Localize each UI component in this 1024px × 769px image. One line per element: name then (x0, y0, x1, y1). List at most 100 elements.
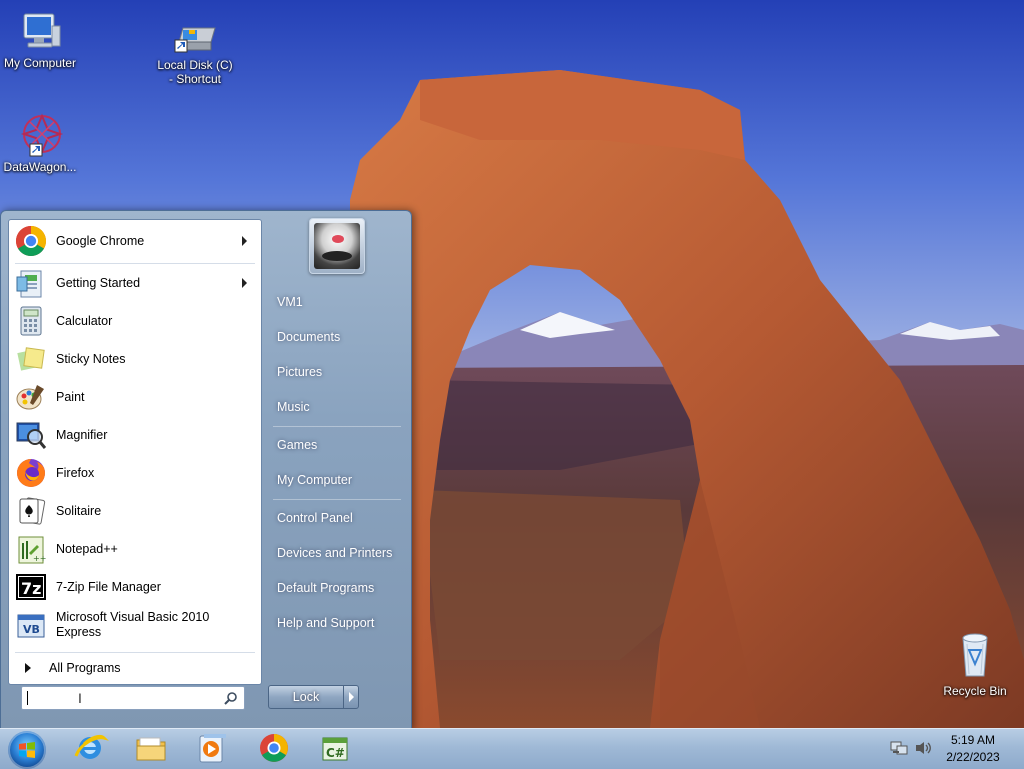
magnifier-icon (15, 419, 47, 451)
program-label-line1: Microsoft Visual Basic 2010 (56, 610, 210, 624)
taskbar-file-explorer[interactable] (131, 730, 171, 766)
internet-explorer-icon (74, 734, 109, 759)
svg-text:++: ++ (33, 554, 46, 563)
start-menu-places-pane: VM1 Documents Pictures Music Games My Co… (263, 211, 411, 729)
link-music[interactable]: Music (277, 396, 407, 418)
network-icon[interactable] (890, 740, 908, 756)
chrome-icon (260, 734, 288, 762)
separator (15, 263, 255, 264)
program-label: Microsoft Visual Basic 2010 Express (56, 610, 209, 640)
csharp-icon: C# (322, 737, 348, 761)
computer-icon (16, 10, 64, 54)
taskbar-media-player[interactable] (192, 730, 232, 766)
program-firefox[interactable]: Firefox (11, 455, 259, 491)
start-menu-programs-pane: Google Chrome Getting Started Calculator… (8, 219, 262, 685)
ibeam-cursor-icon: I (78, 690, 82, 706)
desktop-icon-label: Local Disk (C) - Shortcut (157, 58, 233, 86)
program-label: Google Chrome (56, 233, 145, 248)
clock-date: 2/22/2023 (946, 750, 1000, 764)
desktop-icon-local-disk[interactable]: Local Disk (C) - Shortcut (155, 20, 235, 86)
windows-logo-icon (19, 742, 35, 758)
taskbar-internet-explorer[interactable] (70, 730, 110, 766)
program-label: Firefox (56, 465, 95, 480)
submenu-arrow-icon[interactable] (242, 278, 247, 288)
media-player-icon (199, 734, 226, 763)
link-default-programs[interactable]: Default Programs (277, 577, 407, 599)
user-picture[interactable] (309, 218, 365, 274)
sticky-notes-icon (15, 343, 47, 375)
program-notepadpp[interactable]: ++ Notepad++ (11, 531, 259, 567)
program-calculator[interactable]: Calculator (11, 303, 259, 339)
desktop-icon-label: DataWagon... (3, 160, 77, 174)
separator (15, 652, 255, 653)
chrome-icon (15, 225, 47, 257)
taskbar-csharp[interactable]: C# (315, 730, 355, 766)
expand-arrow-icon (25, 663, 31, 673)
svg-text:7z: 7z (21, 579, 41, 598)
all-programs-button[interactable]: All Programs (13, 656, 257, 680)
program-label: Getting Started (56, 275, 141, 290)
search-icon[interactable] (224, 691, 238, 705)
start-button[interactable] (8, 731, 46, 769)
separator (273, 499, 401, 500)
desktop-icon-label: Recycle Bin (943, 684, 1007, 698)
paint-icon (15, 381, 47, 413)
link-control-panel[interactable]: Control Panel (277, 507, 407, 529)
user-avatar-icon (314, 223, 360, 269)
svg-text:VB: VB (23, 623, 40, 636)
link-devices-printers[interactable]: Devices and Printers (277, 542, 407, 564)
desktop-icon-recycle-bin[interactable]: Recycle Bin (935, 630, 1015, 698)
program-paint[interactable]: Paint (11, 379, 259, 415)
link-my-computer[interactable]: My Computer (277, 469, 407, 491)
program-label: Notepad++ (56, 541, 118, 556)
system-tray (885, 728, 945, 768)
desktop-icon-datawagon[interactable]: DataWagon... (0, 110, 80, 174)
sevenzip-icon: 7z (15, 571, 47, 603)
program-label: Solitaire (56, 503, 102, 518)
lock-button[interactable]: Lock (268, 685, 344, 709)
drive-shortcut-icon (171, 20, 219, 56)
notepadpp-icon: ++ (15, 533, 47, 565)
svg-text:C#: C# (326, 746, 345, 760)
submenu-arrow-icon[interactable] (242, 236, 247, 246)
visual-basic-icon: VB (15, 609, 47, 641)
file-explorer-icon (136, 737, 166, 761)
search-input[interactable] (26, 689, 220, 707)
program-label: Magnifier (56, 427, 108, 442)
program-label: Sticky Notes (56, 351, 126, 366)
text-caret (27, 691, 28, 705)
program-label: Paint (56, 389, 85, 404)
recycle-bin-icon (951, 630, 999, 682)
program-getting-started[interactable]: Getting Started (11, 265, 259, 301)
separator (273, 426, 401, 427)
program-google-chrome[interactable]: Google Chrome (11, 223, 259, 259)
getting-started-icon (15, 267, 47, 299)
program-sticky-notes[interactable]: Sticky Notes (11, 341, 259, 377)
calculator-icon (15, 305, 47, 337)
program-visual-basic[interactable]: VB Microsoft Visual Basic 2010 Express (11, 607, 259, 643)
taskbar-chrome[interactable] (254, 730, 294, 766)
volume-icon[interactable] (914, 740, 932, 756)
desktop-icon-my-computer[interactable]: My Computer (0, 10, 80, 70)
start-search-box[interactable]: I (21, 686, 245, 710)
program-magnifier[interactable]: Magnifier (11, 417, 259, 453)
datawagon-icon (16, 110, 64, 158)
program-label-line2: Express (56, 625, 102, 639)
start-menu: Google Chrome Getting Started Calculator… (0, 210, 412, 730)
program-7zip[interactable]: 7z 7-Zip File Manager (11, 569, 259, 605)
taskbar-clock[interactable]: 5:19 AM 2/22/2023 (938, 732, 1008, 766)
all-programs-label: All Programs (49, 661, 121, 675)
program-solitaire[interactable]: Solitaire (11, 493, 259, 529)
link-help-support[interactable]: Help and Support (277, 612, 407, 634)
desktop-icon-label: My Computer (3, 56, 77, 70)
shutdown-options-arrow-icon[interactable] (343, 685, 359, 709)
program-label: Calculator (56, 313, 113, 328)
link-documents[interactable]: Documents (277, 326, 407, 348)
link-pictures[interactable]: Pictures (277, 361, 407, 383)
program-label: 7-Zip File Manager (56, 579, 161, 594)
solitaire-icon (15, 495, 47, 527)
clock-time: 5:19 AM (950, 733, 996, 747)
link-user-folder[interactable]: VM1 (277, 291, 407, 313)
link-games[interactable]: Games (277, 434, 407, 456)
firefox-icon (15, 457, 47, 489)
